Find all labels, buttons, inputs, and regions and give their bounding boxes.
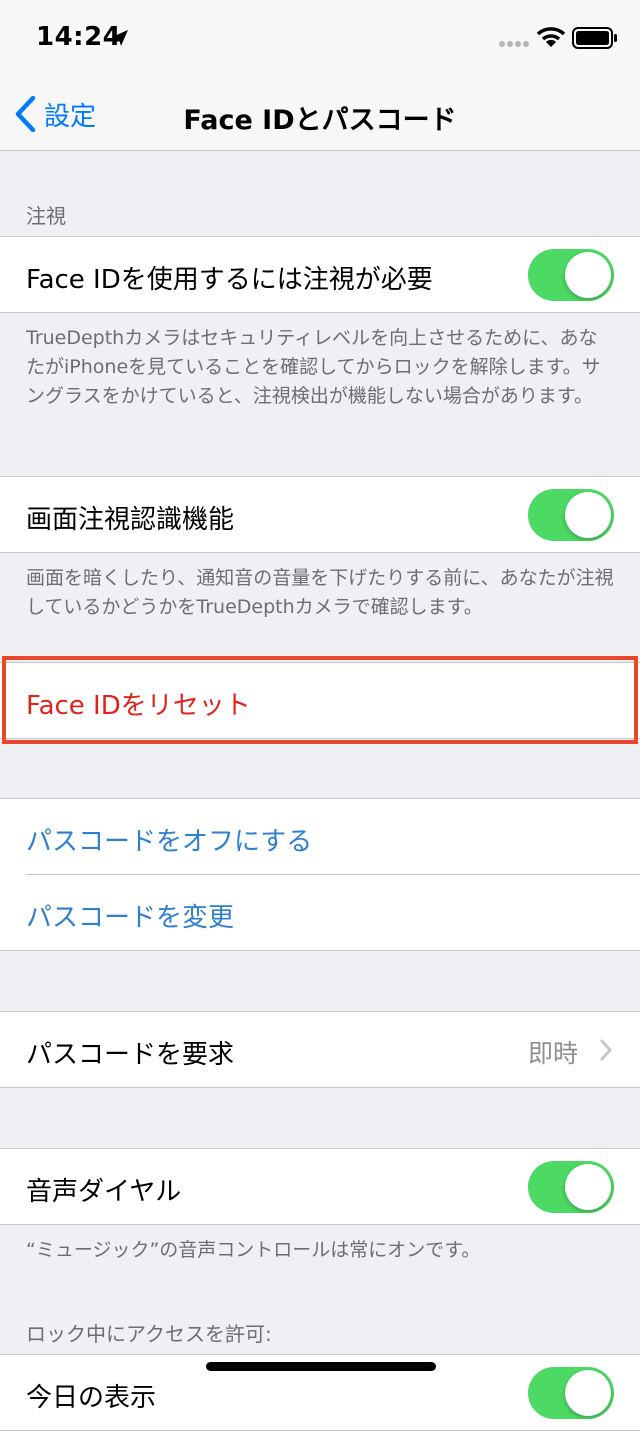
change-passcode-button[interactable]: パスコードを変更 [26,897,234,934]
chevron-right-icon [600,1039,612,1061]
attention-aware-toggle[interactable] [528,489,614,541]
require-passcode-value: 即時 [527,1039,578,1068]
reset-face-id-group: Face IDをリセット [0,662,640,739]
change-passcode-row[interactable]: パスコードを変更 [0,875,640,951]
voice-dial-group: 音声ダイヤル [0,1148,640,1225]
status-bar: 14:24 [0,0,640,80]
today-view-toggle[interactable] [528,1367,614,1419]
voice-dial-toggle[interactable] [528,1161,614,1213]
status-time: 14:24 [36,22,122,52]
require-passcode-group: パスコードを要求 即時 [0,1011,640,1088]
reset-face-id-row[interactable]: Face IDをリセット [0,663,640,739]
section-header-attention: 注視 [26,204,66,228]
attention-aware-group: 画面注視認識機能 [0,476,640,553]
battery-icon [572,27,617,49]
toggle-knob [565,492,611,538]
require-attention-toggle[interactable] [528,249,614,301]
toggle-knob [565,1164,611,1210]
section-header-lock-access: ロック中にアクセスを許可: [26,1322,272,1346]
voice-dial-label: 音声ダイヤル [26,1177,182,1207]
today-view-label: 今日の表示 [26,1383,157,1413]
passcode-actions-group: パスコードをオフにする パスコードを変更 [0,798,640,951]
require-attention-group: Face IDを使用するには注視が必要 [0,236,640,313]
require-passcode-label: パスコードを要求 [26,1040,235,1070]
home-indicator[interactable] [206,1362,436,1371]
voice-dial-row: 音声ダイヤル [0,1149,640,1225]
attention-aware-label: 画面注視認識機能 [26,505,235,535]
require-attention-footer: TrueDepthカメラはセキュリティレベルを向上させるために、あなたがiPho… [26,327,601,407]
reset-face-id-button[interactable]: Face IDをリセット [26,685,251,722]
attention-aware-footer: 画面を暗くしたり、通知音の音量を下げたりする前に、あなたが注視しているかどうかを… [26,567,614,618]
wifi-icon [536,27,566,47]
require-passcode-row[interactable]: パスコードを要求 即時 [0,1012,640,1088]
cellular-signal-icon [499,41,529,47]
toggle-knob [565,252,611,298]
location-arrow-icon [112,30,128,46]
toggle-knob [565,1370,611,1416]
require-attention-label: Face IDを使用するには注視が必要 [26,265,433,295]
turn-off-passcode-button[interactable]: パスコードをオフにする [26,821,312,858]
navigation-bar: 設定 Face IDとパスコード [0,80,640,151]
page-title: Face IDとパスコード [183,105,457,136]
attention-aware-row: 画面注視認識機能 [0,477,640,553]
require-attention-row: Face IDを使用するには注視が必要 [0,237,640,313]
voice-dial-footer: “ミュージック”の音声コントロールは常にオンです。 [26,1239,481,1261]
turn-off-passcode-row[interactable]: パスコードをオフにする [0,799,640,875]
